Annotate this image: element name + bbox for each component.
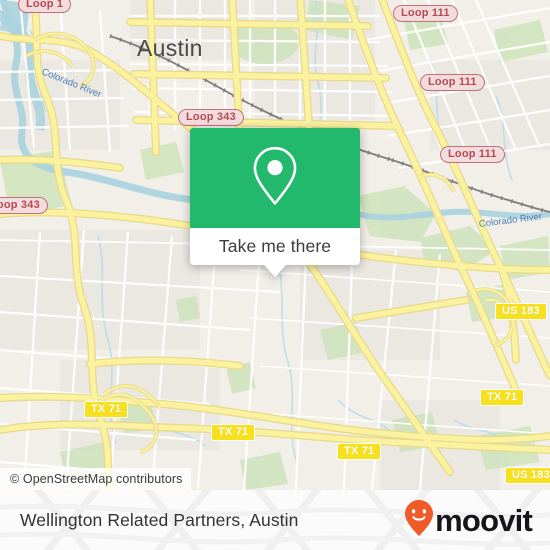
map-attribution[interactable]: © OpenStreetMap contributors: [0, 468, 191, 490]
location-pin-icon: [251, 145, 299, 212]
moovit-brand-logo[interactable]: moovit: [404, 490, 533, 550]
page-title: Wellington Related Partners, Austin: [20, 509, 299, 530]
app-screenshot: Austin Colorado River Colorado River Loo…: [0, 0, 550, 550]
moovit-smiley-pin-icon: [404, 499, 434, 542]
attribution-text: © OpenStreetMap contributors: [10, 472, 183, 486]
take-me-there-button[interactable]: Take me there: [219, 236, 331, 257]
footer-bar: Wellington Related Partners, Austin moov…: [0, 490, 550, 550]
popup-tail-pointer: [264, 265, 286, 277]
moovit-wordmark: moovit: [435, 502, 533, 538]
popup-action-bar[interactable]: Take me there: [190, 228, 360, 277]
map-canvas[interactable]: Austin Colorado River Colorado River Loo…: [0, 0, 550, 490]
map-popup-card[interactable]: Take me there: [190, 128, 360, 277]
popup-image-area: [190, 128, 360, 228]
